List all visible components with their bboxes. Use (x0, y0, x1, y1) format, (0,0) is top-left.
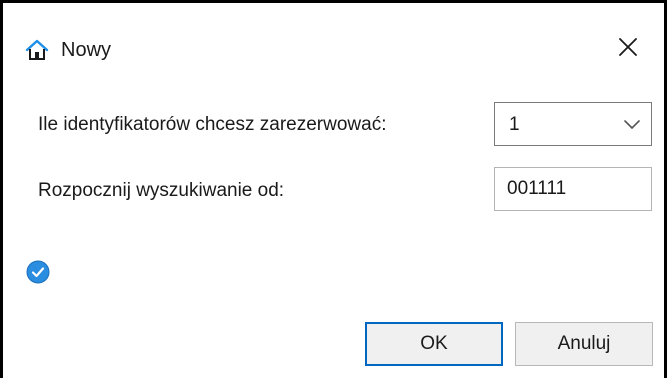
cancel-button[interactable]: Anuluj (515, 322, 653, 366)
ok-button[interactable]: OK (365, 322, 503, 366)
dialog-window: Nowy Ile identyfikatorów chcesz zarezerw… (0, 0, 667, 378)
search-start-field[interactable] (494, 167, 652, 211)
check-circle-icon (26, 260, 50, 284)
home-icon (25, 39, 49, 61)
chevron-down-icon (623, 117, 641, 131)
ok-button-label: OK (420, 333, 448, 354)
window-title: Nowy (61, 39, 112, 61)
close-button[interactable] (610, 33, 646, 65)
id-count-select[interactable]: 1 (494, 102, 652, 146)
id-count-value: 1 (509, 114, 520, 135)
search-start-label: Rozpocznij wyszukiwanie od: (38, 180, 285, 201)
title-bar: Nowy (3, 3, 664, 77)
cancel-button-label: Anuluj (557, 333, 611, 354)
close-icon (618, 37, 638, 62)
id-count-label: Ile identyfikatorów chcesz zarezerwować: (38, 114, 387, 135)
